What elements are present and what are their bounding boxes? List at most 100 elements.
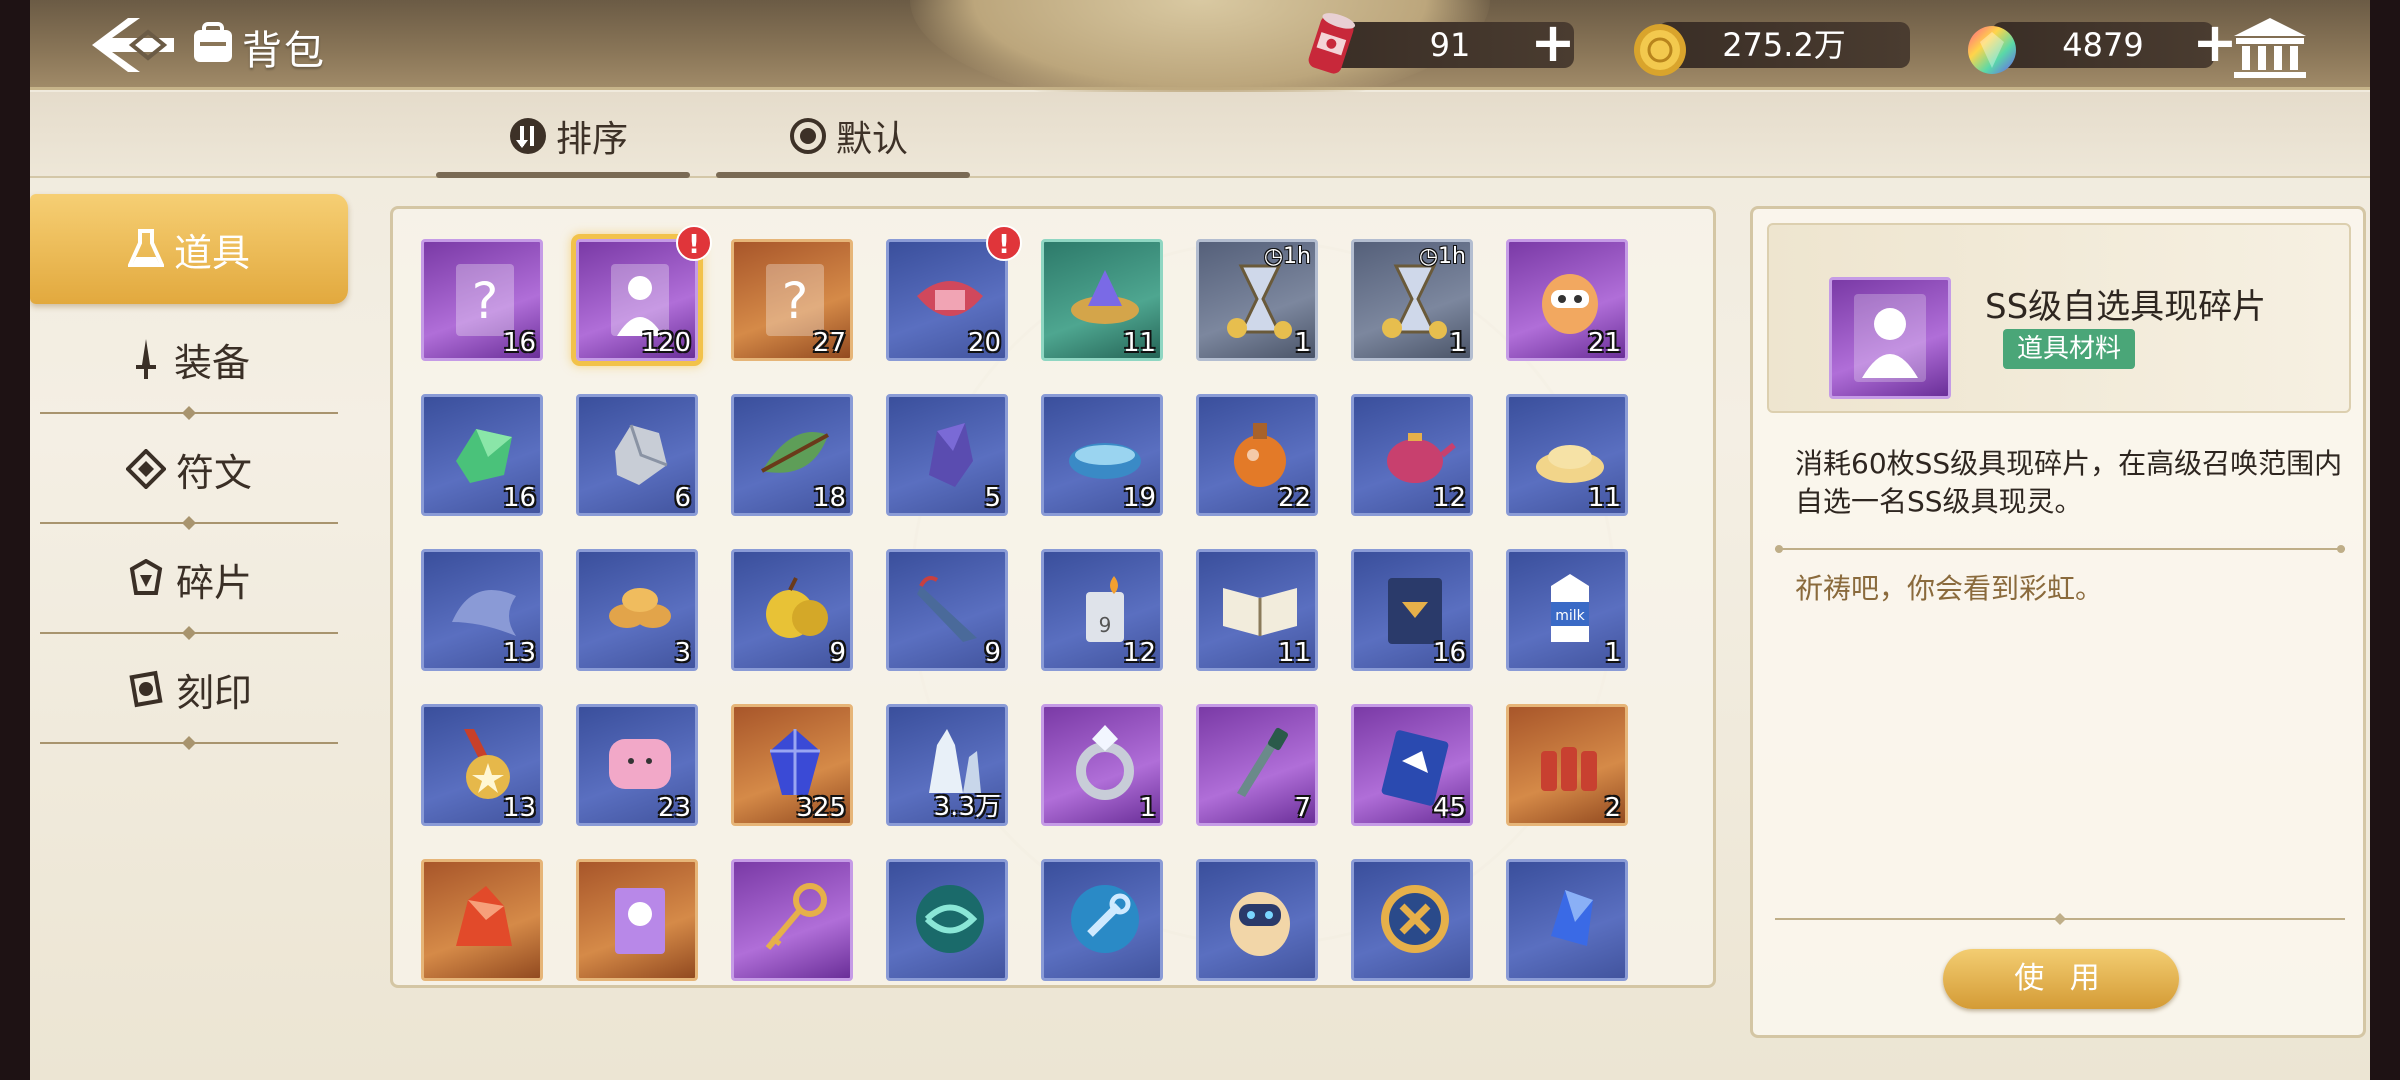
item-slot-s-random-card[interactable]: ? 27 — [731, 239, 853, 361]
item-grid[interactable]: ? 16 120!? 27 20! 11 ◷1h 1 ◷1h 1 21 16 6 18 5 19 22 12 11 1… — [393, 209, 1713, 985]
back-button[interactable] — [88, 14, 178, 76]
item-count: 21 — [1587, 328, 1621, 358]
item-slot-blue-gem[interactable]: 325 — [731, 704, 853, 826]
item-count: 9 — [984, 638, 1001, 668]
item-slot-pink-pillow[interactable]: 23 — [576, 704, 698, 826]
item-count: 23 — [657, 793, 691, 823]
item-slot-golden-apple[interactable]: 9 — [731, 549, 853, 671]
item-count: 11 — [1587, 483, 1621, 513]
category-runes[interactable]: 符文 — [30, 414, 348, 524]
item-slot-purple-ore[interactable]: 5 — [886, 394, 1008, 516]
red-can-icon — [1308, 13, 1356, 74]
item-slot-white-crystal[interactable]: 3.3万 — [886, 704, 1008, 826]
robot-pod-icon — [1230, 892, 1290, 956]
item-count: 9 — [829, 638, 846, 668]
item-count: 18 — [812, 483, 846, 513]
sort-icon — [510, 118, 546, 154]
silhouette-card-icon — [1854, 294, 1926, 382]
item-count: 2 — [1604, 793, 1621, 823]
item-slot-red-crystal[interactable] — [421, 859, 543, 981]
item-slot-grain-pile[interactable]: 11 — [1506, 394, 1628, 516]
sort-tab-label: 排序 — [556, 119, 629, 160]
item-count: 16 — [502, 483, 536, 513]
gem-counter: 4879 — [1992, 22, 2214, 68]
item-slot-leaf-branch[interactable]: 18 — [731, 394, 853, 516]
shard-icon — [129, 559, 163, 595]
item-slot-dynamite[interactable]: 2 — [1506, 704, 1628, 826]
stamina-plus-button[interactable]: + — [1530, 16, 1576, 70]
item-slot-silver-hourglass[interactable]: ◷1h 1 — [1351, 239, 1473, 361]
item-slot-wrench-token[interactable] — [1041, 859, 1163, 981]
rune-icon — [125, 449, 166, 489]
category-items[interactable]: 道具 — [30, 194, 348, 304]
item-slot-green-crystal[interactable]: 16 — [421, 394, 543, 516]
item-slot-cross-coin[interactable] — [1351, 859, 1473, 981]
item-slot-golden-key[interactable] — [731, 859, 853, 981]
alert-badge: ! — [676, 225, 712, 261]
item-slot-cookies[interactable]: 3 — [576, 549, 698, 671]
page-title: 背包 — [242, 28, 326, 74]
item-slot-milk-carton[interactable]: milk 1 — [1506, 549, 1628, 671]
item-slot-blue-tome[interactable]: 16 — [1351, 549, 1473, 671]
stamina-value: 91 — [1429, 26, 1471, 64]
item-slot-robot-egg[interactable]: 21 — [1506, 239, 1628, 361]
sort-tab[interactable]: 排序 — [508, 110, 628, 162]
item-slot-silver-ore[interactable]: 6 — [576, 394, 698, 516]
item-slot-gold-medal[interactable]: 13 — [421, 704, 543, 826]
red-crystal-icon — [456, 886, 512, 946]
item-slot-ss-random-card[interactable]: ? 16 — [421, 239, 543, 361]
item-slot-ticket-card[interactable] — [576, 859, 698, 981]
item-slot-blue-shard[interactable] — [1506, 859, 1628, 981]
item-slot-umbrella[interactable]: 9 — [886, 549, 1008, 671]
category-shards[interactable]: 碎片 — [30, 524, 348, 634]
item-slot-lighter[interactable]: 9 12 — [1041, 549, 1163, 671]
item-count: 19 — [1122, 483, 1156, 513]
bank-icon — [2234, 18, 2306, 78]
cookie-icon — [609, 588, 671, 628]
svg-text:milk: milk — [1555, 608, 1585, 624]
gold-counter: 275.2万 — [1658, 22, 1910, 68]
item-slot-blue-cloth[interactable]: 13 — [421, 549, 543, 671]
gold-value: 275.2万 — [1722, 26, 1846, 64]
item-slot-dagger[interactable]: 7 — [1196, 704, 1318, 826]
milk-icon: milk — [1551, 574, 1589, 642]
item-slot-open-book[interactable]: 11 — [1196, 549, 1318, 671]
item-count: 120 — [641, 328, 691, 358]
item-slot-pink-teapot[interactable]: 12 — [1351, 394, 1473, 516]
item-timer: ◷1h — [1263, 244, 1311, 269]
category-label: 符文 — [175, 450, 252, 495]
ticket-icon — [615, 888, 665, 954]
category-label: 碎片 — [175, 560, 252, 605]
svg-text:9: 9 — [1099, 613, 1112, 637]
use-button[interactable]: 使 用 — [1943, 949, 2179, 1009]
item-count: 7 — [1294, 793, 1311, 823]
category-label: 刻印 — [175, 670, 252, 715]
category-seals[interactable]: 刻印 — [30, 634, 348, 744]
item-count: 13 — [502, 638, 536, 668]
bank-button[interactable] — [2230, 16, 2310, 80]
gem-value: 4879 — [2062, 26, 2144, 64]
item-slot-orange-potion[interactable]: 22 — [1196, 394, 1318, 516]
apple-icon — [766, 577, 828, 638]
back-arrow-icon — [92, 18, 174, 72]
detail-item-icon — [1829, 277, 1951, 399]
item-count: 12 — [1432, 483, 1466, 513]
item-slot-robot-pod[interactable] — [1196, 859, 1318, 981]
item-slot-diamond-ring[interactable]: 1 — [1041, 704, 1163, 826]
item-slot-gold-hourglass[interactable]: ◷1h 1 — [1196, 239, 1318, 361]
game-frame: 背包 91 + 275.2万 4879 + 排序 默认 道具 装备 符文 碎片 … — [30, 0, 2370, 1080]
item-slot-gift-box[interactable]: 20 — [886, 239, 1008, 361]
item-count: 13 — [502, 793, 536, 823]
item-count: 22 — [1277, 483, 1311, 513]
item-slot-fashion-tag[interactable]: 45 — [1351, 704, 1473, 826]
sort-tabs-row: 排序 默认 — [30, 92, 2370, 178]
item-count: 1 — [1294, 328, 1311, 358]
item-slot-ss-select-shard[interactable]: 120 — [576, 239, 698, 361]
category-equipment[interactable]: 装备 — [30, 304, 348, 414]
item-timer: ◷1h — [1418, 244, 1466, 269]
default-tab-label: 默认 — [836, 119, 909, 160]
default-tab[interactable]: 默认 — [788, 110, 908, 162]
item-slot-crystal-bowl[interactable]: 11 — [1041, 239, 1163, 361]
item-slot-water-bowl[interactable]: 19 — [1041, 394, 1163, 516]
item-slot-swirl-token[interactable] — [886, 859, 1008, 981]
